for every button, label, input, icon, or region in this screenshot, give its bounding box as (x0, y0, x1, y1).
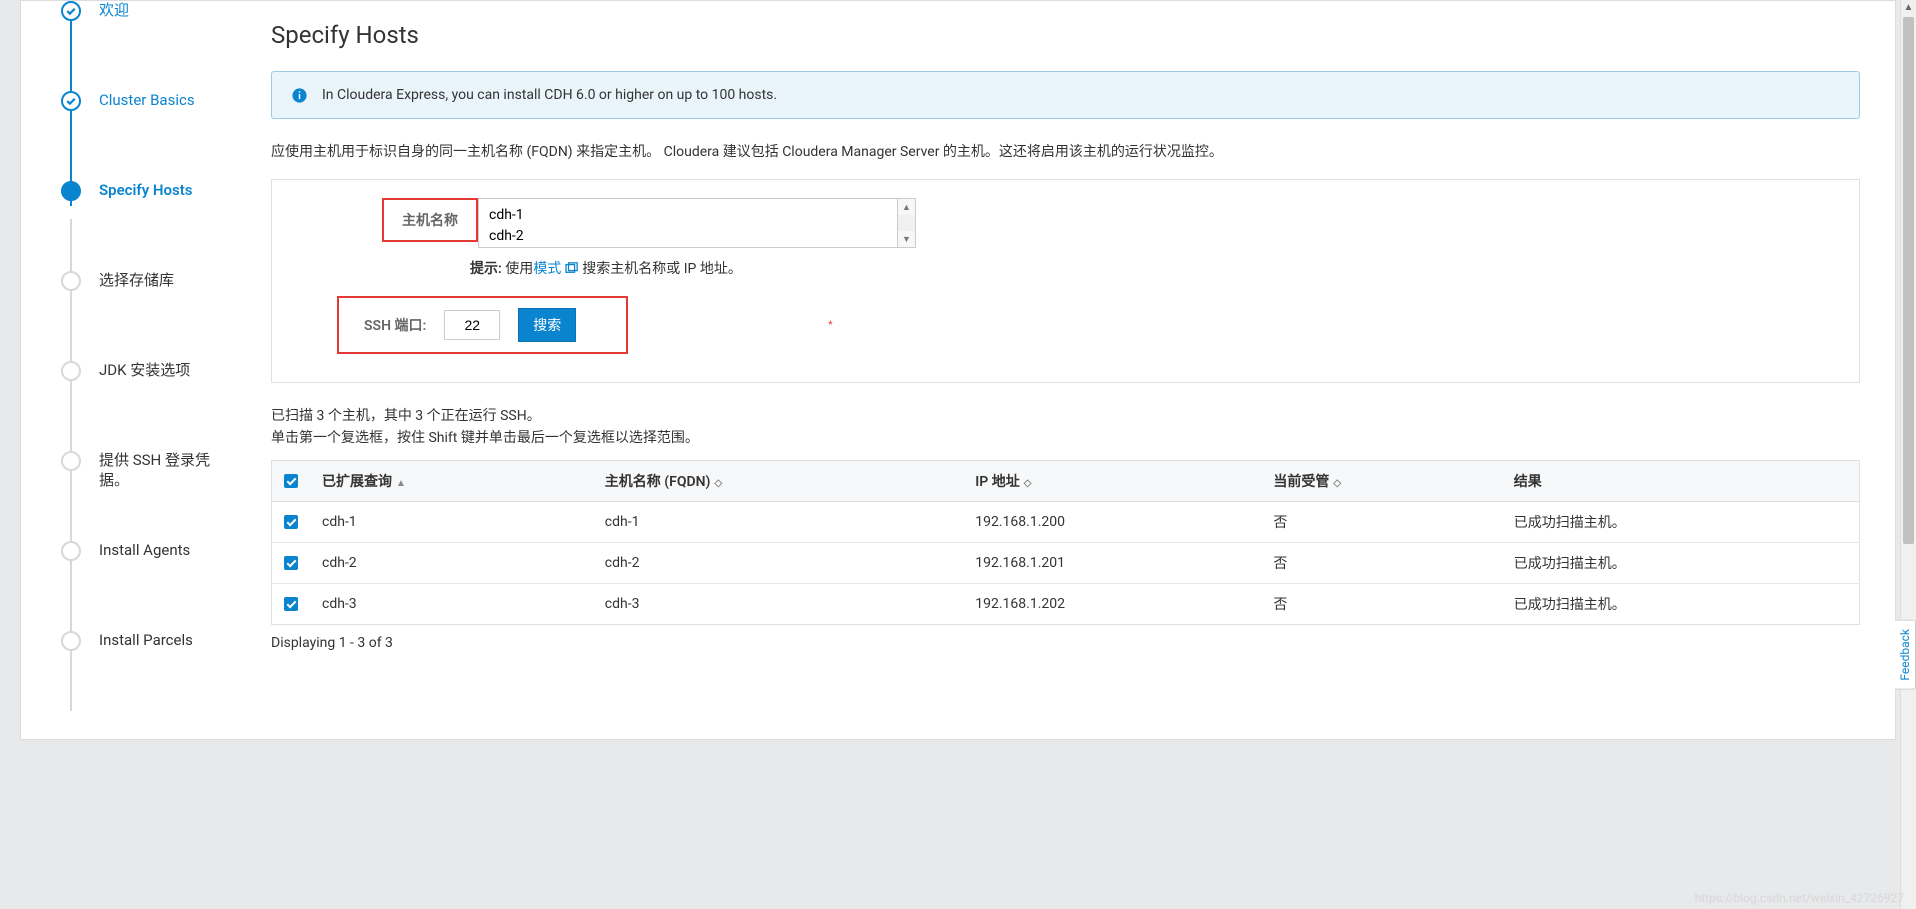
wizard-step-install-agents[interactable]: Install Agents (61, 541, 231, 631)
step-pending-icon (61, 361, 81, 381)
sort-asc-icon: ▲ (396, 478, 406, 489)
cell-ip: 192.168.1.201 (963, 542, 1261, 583)
page-scrollbar[interactable]: ▲ (1900, 0, 1916, 909)
wizard-step-install-parcels[interactable]: Install Parcels (61, 631, 231, 671)
select-all-checkbox[interactable] (284, 474, 298, 488)
page-wrapper: 欢迎 Cluster Basics Specify Hosts 选择存储库 JD… (0, 0, 1916, 740)
wizard-step-jdk[interactable]: JDK 安装选项 (61, 361, 231, 451)
textarea-scroll[interactable]: ▲ ▼ (898, 199, 916, 247)
scroll-up-icon[interactable]: ▲ (1901, 0, 1916, 16)
cell-expanded: cdh-2 (310, 542, 593, 583)
sort-icon: ◇ (714, 478, 722, 489)
wizard-card: 欢迎 Cluster Basics Specify Hosts 选择存储库 JD… (20, 0, 1896, 740)
step-label: Specify Hosts (99, 181, 192, 201)
hosts-table: 已扩展查询 ▲ 主机名称 (FQDN) ◇ IP 地址 ◇ 当前受管 ◇ 结果 … (271, 460, 1860, 625)
col-ip[interactable]: IP 地址 ◇ (963, 460, 1261, 501)
step-done-icon (61, 1, 81, 21)
step-pending-icon (61, 631, 81, 651)
scroll-up-icon[interactable]: ▲ (898, 199, 915, 215)
info-text: In Cloudera Express, you can install CDH… (322, 87, 777, 103)
step-done-icon (61, 91, 81, 111)
table-row: cdh-3 cdh-3 192.168.1.202 否 已成功扫描主机。 (272, 583, 1860, 624)
col-fqdn[interactable]: 主机名称 (FQDN) ◇ (593, 460, 963, 501)
watermark: https://blog.csdn.net/weixin_42726927 (1695, 891, 1904, 905)
hostname-input[interactable] (478, 199, 898, 247)
step-active-icon (61, 181, 81, 201)
wizard-step-specify-hosts[interactable]: Specify Hosts (61, 181, 231, 271)
sort-icon: ◇ (1333, 478, 1341, 489)
scroll-down-icon[interactable]: ▼ (898, 231, 915, 247)
cell-fqdn: cdh-3 (593, 583, 963, 624)
step-pending-icon (61, 541, 81, 561)
feedback-tab[interactable]: Feedback (1895, 620, 1916, 690)
table-header-row: 已扩展查询 ▲ 主机名称 (FQDN) ◇ IP 地址 ◇ 当前受管 ◇ 结果 (272, 460, 1860, 501)
cell-fqdn: cdh-2 (593, 542, 963, 583)
info-icon (290, 86, 308, 104)
step-label: Install Agents (99, 541, 190, 561)
col-expanded[interactable]: 已扩展查询 ▲ (310, 460, 593, 501)
ssh-highlight-box: SSH 端口: 搜索 (337, 296, 628, 354)
step-label: 选择存储库 (99, 271, 174, 291)
step-label: Cluster Basics (99, 91, 195, 111)
wizard-step-welcome[interactable]: 欢迎 (61, 1, 231, 91)
cell-ip: 192.168.1.200 (963, 501, 1261, 542)
cell-managed: 否 (1261, 583, 1501, 624)
sort-icon: ◇ (1024, 478, 1032, 489)
new-window-icon (565, 262, 579, 274)
scroll-thumb[interactable] (1903, 17, 1914, 544)
scan-summary: 已扫描 3 个主机，其中 3 个正在运行 SSH。 单击第一个复选框，按住 Sh… (271, 405, 1860, 450)
hostname-highlight-box: 主机名称 (382, 198, 478, 242)
pattern-link[interactable]: 模式 (533, 261, 561, 277)
required-star-icon: * (828, 320, 832, 331)
step-label: 欢迎 (99, 1, 129, 21)
select-all-header[interactable] (272, 460, 311, 501)
table-row: cdh-1 cdh-1 192.168.1.200 否 已成功扫描主机。 (272, 501, 1860, 542)
cell-expanded: cdh-3 (310, 583, 593, 624)
main-content: Specify Hosts In Cloudera Express, you c… (251, 1, 1895, 739)
cell-result: 已成功扫描主机。 (1502, 501, 1860, 542)
step-pending-icon (61, 271, 81, 291)
hostname-label: 主机名称 (384, 200, 476, 240)
row-checkbox[interactable] (284, 556, 298, 570)
page-title: Specify Hosts (271, 21, 1860, 49)
ssh-port-label: SSH 端口: (364, 315, 426, 335)
wizard-step-ssh-creds[interactable]: 提供 SSH 登录凭据。 (61, 451, 231, 541)
description-text: 应使用主机用于标识自身的同一主机名称 (FQDN) 来指定主机。 Clouder… (271, 141, 1860, 161)
col-result: 结果 (1502, 460, 1860, 501)
cell-managed: 否 (1261, 501, 1501, 542)
display-count: Displaying 1 - 3 of 3 (271, 635, 1860, 651)
cell-managed: 否 (1261, 542, 1501, 583)
wizard-step-repo[interactable]: 选择存储库 (61, 271, 231, 361)
search-button[interactable]: 搜索 (518, 308, 576, 342)
ssh-port-input[interactable] (444, 310, 500, 340)
row-checkbox[interactable] (284, 515, 298, 529)
wizard-step-cluster-basics[interactable]: Cluster Basics (61, 91, 231, 181)
table-row: cdh-2 cdh-2 192.168.1.201 否 已成功扫描主机。 (272, 542, 1860, 583)
host-form-panel: 主机名称 ▲ ▼ 提示: 使用模式 搜索主机名称或 IP 地址。 (271, 179, 1860, 383)
step-label: Install Parcels (99, 631, 193, 651)
cell-ip: 192.168.1.202 (963, 583, 1261, 624)
wizard-sidebar: 欢迎 Cluster Basics Specify Hosts 选择存储库 JD… (21, 1, 251, 739)
cell-fqdn: cdh-1 (593, 501, 963, 542)
col-managed[interactable]: 当前受管 ◇ (1261, 460, 1501, 501)
step-pending-icon (61, 451, 81, 471)
cell-expanded: cdh-1 (310, 501, 593, 542)
cell-result: 已成功扫描主机。 (1502, 542, 1860, 583)
step-label: JDK 安装选项 (99, 361, 190, 381)
cell-result: 已成功扫描主机。 (1502, 583, 1860, 624)
hint-text: 提示: 使用模式 搜索主机名称或 IP 地址。 (470, 258, 1819, 278)
row-checkbox[interactable] (284, 597, 298, 611)
step-label: 提供 SSH 登录凭据。 (99, 451, 231, 490)
hostname-textarea-wrap: ▲ ▼ (478, 198, 916, 248)
info-banner: In Cloudera Express, you can install CDH… (271, 71, 1860, 119)
